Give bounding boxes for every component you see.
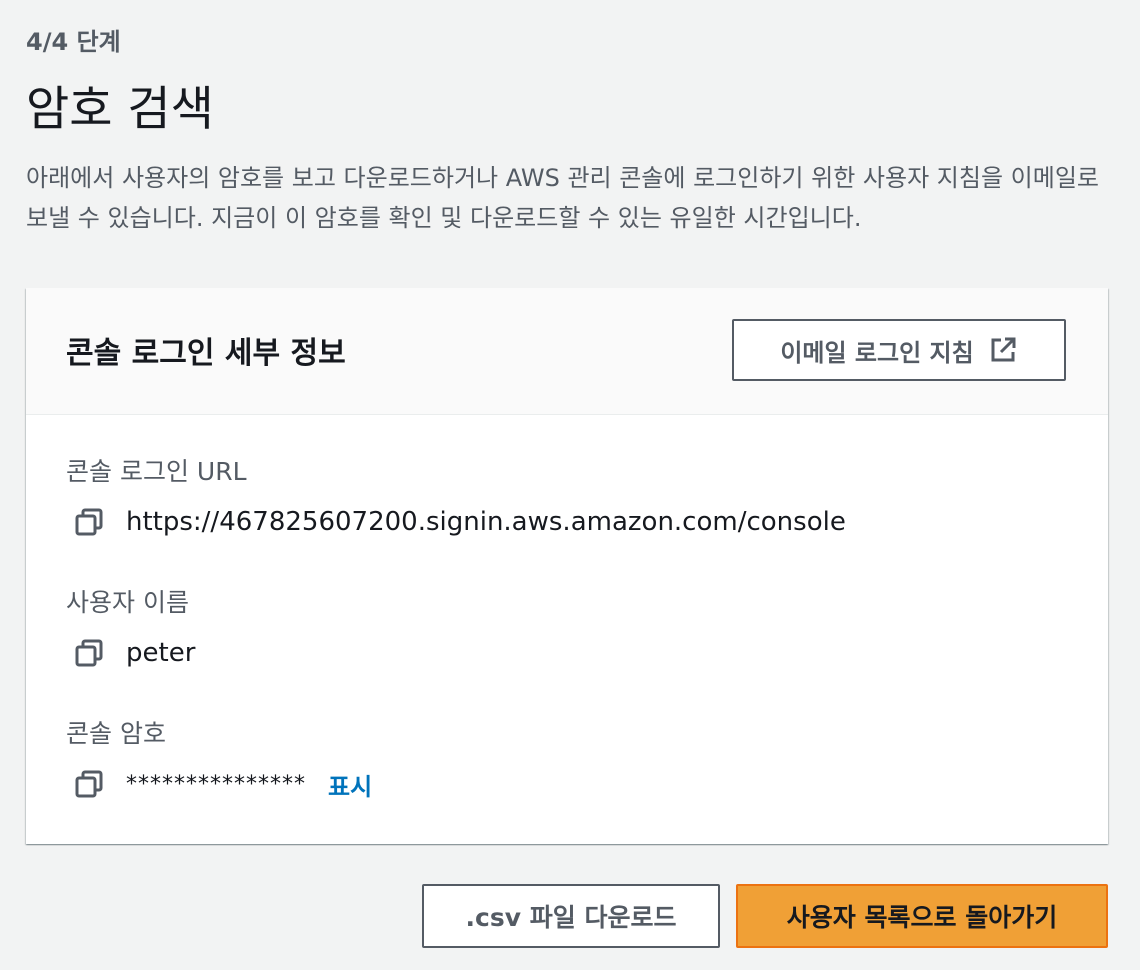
email-signin-instructions-button[interactable]: 이메일 로그인 지침	[732, 319, 1066, 381]
page-title: 암호 검색	[26, 82, 214, 137]
console-signin-details-card: 콘솔 로그인 세부 정보 이메일 로그인 지침 콘솔 로그인 URL https…	[26, 288, 1108, 844]
console-password-field: 콘솔 암호 *************** 표시	[66, 716, 372, 804]
console-password-value: ***************	[126, 771, 306, 797]
username-value: peter	[126, 638, 196, 668]
username-field: 사용자 이름 peter	[66, 585, 195, 673]
console-password-row: *************** 표시	[66, 764, 372, 804]
card-header: 콘솔 로그인 세부 정보 이메일 로그인 지침	[26, 288, 1108, 415]
copy-icon[interactable]	[74, 768, 106, 800]
username-row: peter	[66, 633, 195, 673]
show-password-link[interactable]: 표시	[328, 767, 372, 802]
console-url-label: 콘솔 로그인 URL	[66, 457, 247, 486]
download-csv-button[interactable]: .csv 파일 다운로드	[422, 884, 720, 948]
copy-icon[interactable]	[74, 506, 106, 538]
console-url-value: https://467825607200.signin.aws.amazon.c…	[126, 507, 846, 537]
copy-icon[interactable]	[74, 637, 106, 669]
external-link-icon	[988, 335, 1018, 365]
return-to-users-button[interactable]: 사용자 목록으로 돌아가기	[736, 884, 1108, 948]
console-url-field: 콘솔 로그인 URL https://467825607200.signin.a…	[66, 454, 846, 542]
email-button-label: 이메일 로그인 지침	[780, 338, 974, 367]
console-password-label: 콘솔 암호	[66, 719, 166, 748]
page-description: 아래에서 사용자의 암호를 보고 다운로드하거나 AWS 관리 콘솔에 로그인하…	[26, 164, 1099, 232]
step-indicator: 4/4 단계	[26, 28, 121, 56]
console-url-row: https://467825607200.signin.aws.amazon.c…	[66, 502, 846, 542]
card-title: 콘솔 로그인 세부 정보	[66, 336, 346, 371]
username-label: 사용자 이름	[66, 588, 189, 617]
